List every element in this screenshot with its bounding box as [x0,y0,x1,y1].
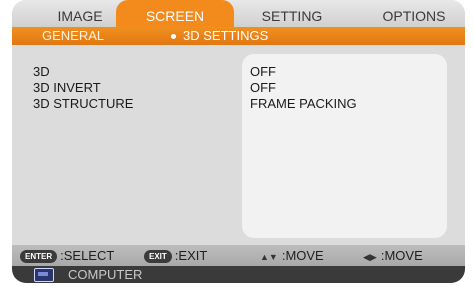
setting-label-3d-invert[interactable]: 3D INVERT [33,80,133,96]
subtab-3d-settings[interactable]: 3D SETTINGS [183,27,268,45]
hint-exit: EXIT:EXIT [144,245,207,266]
values-panel: OFF OFF FRAME PACKING [242,54,447,238]
enter-key-icon: ENTER [20,250,58,264]
left-right-arrows-icon: ◀▶ [363,252,377,262]
setting-label-3d[interactable]: 3D [33,64,133,80]
hint-exit-label: :EXIT [174,248,208,263]
settings-content: 3D 3D INVERT 3D STRUCTURE OFF OFF FRAME … [12,45,465,241]
monitor-icon [34,268,54,282]
main-tab-bar: IMAGE SCREEN SETTING OPTIONS [12,0,465,27]
hint-move-horizontal-label: :MOVE [380,248,423,263]
tab-image[interactable]: IMAGE [40,0,120,27]
settings-labels: 3D 3D INVERT 3D STRUCTURE [33,64,133,112]
hint-move-vertical: ▲▼:MOVE [260,245,324,266]
hint-select: ENTER:SELECT [20,245,114,266]
tab-setting[interactable]: SETTING [242,0,342,27]
exit-key-icon: EXIT [144,250,172,264]
source-label: COMPUTER [68,267,143,282]
osd-menu: IMAGE SCREEN SETTING OPTIONS GENERAL 3D … [12,0,465,283]
hint-move-horizontal: ◀▶:MOVE [363,245,423,266]
input-source-bar: COMPUTER [12,266,465,283]
selected-bullet-icon [171,34,176,39]
setting-value-3d-invert[interactable]: OFF [250,80,357,96]
sub-tab-bar: GENERAL 3D SETTINGS [12,27,465,45]
setting-value-3d-structure[interactable]: FRAME PACKING [250,96,357,112]
tab-screen[interactable]: SCREEN [116,0,234,27]
setting-label-3d-structure[interactable]: 3D STRUCTURE [33,96,133,112]
setting-value-3d[interactable]: OFF [250,64,357,80]
hint-move-vertical-label: :MOVE [281,248,324,263]
tab-options[interactable]: OPTIONS [364,0,464,27]
up-down-arrows-icon: ▲▼ [260,252,278,262]
hint-select-label: :SELECT [60,248,115,263]
key-hint-bar: ENTER:SELECT EXIT:EXIT ▲▼:MOVE ◀▶:MOVE [12,245,465,266]
subtab-general[interactable]: GENERAL [42,27,104,45]
